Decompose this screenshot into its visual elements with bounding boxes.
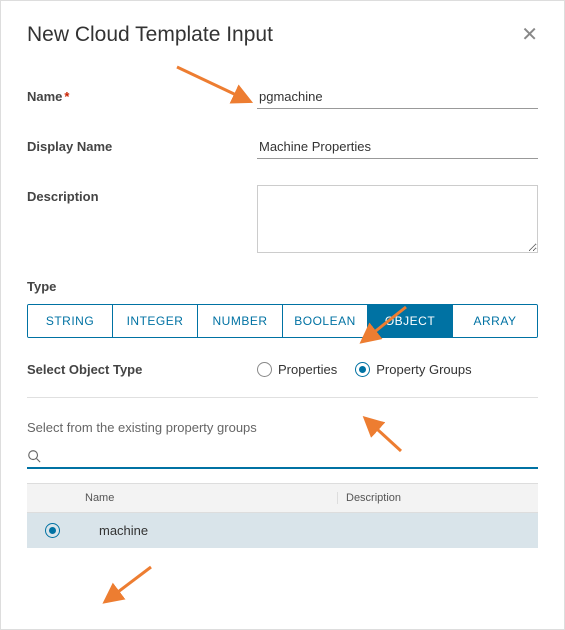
type-label: Type: [27, 279, 538, 294]
display-name-label: Display Name: [27, 135, 257, 154]
radio-properties-label: Properties: [278, 362, 337, 377]
name-label-text: Name: [27, 89, 62, 104]
annotation-arrow-icon: [96, 561, 166, 611]
required-star-icon: *: [64, 89, 69, 104]
row-radio-icon[interactable]: [45, 523, 60, 538]
radio-property-groups-label: Property Groups: [376, 362, 471, 377]
radio-properties[interactable]: Properties: [257, 362, 337, 377]
col-description-header[interactable]: Description: [337, 492, 538, 504]
type-btn-boolean[interactable]: BOOLEAN: [283, 305, 368, 337]
description-row: Description: [27, 185, 538, 253]
display-name-input[interactable]: [257, 135, 538, 159]
radio-circle-icon: [257, 362, 272, 377]
modal-header: New Cloud Template Input ✕: [27, 23, 538, 47]
type-section: Type STRING INTEGER NUMBER BOOLEAN OBJEC…: [27, 279, 538, 338]
radio-dot-icon: [359, 366, 366, 373]
property-groups-heading: Select from the existing property groups: [27, 420, 538, 435]
table-header: Name Description: [27, 483, 538, 513]
modal-title: New Cloud Template Input: [27, 23, 273, 47]
object-type-row: Select Object Type Properties Property G…: [27, 362, 538, 377]
row-name: machine: [77, 523, 337, 538]
search-row[interactable]: [27, 449, 538, 469]
col-radio: [27, 492, 77, 504]
row-radio-cell: [27, 523, 77, 538]
radio-dot-icon: [49, 527, 56, 534]
type-btn-number[interactable]: NUMBER: [198, 305, 283, 337]
divider: [27, 397, 538, 398]
close-icon[interactable]: ✕: [521, 25, 538, 45]
new-cloud-template-input-modal: New Cloud Template Input ✕ Name* Display…: [0, 0, 565, 630]
object-type-options: Properties Property Groups: [257, 362, 472, 377]
object-type-label: Select Object Type: [27, 362, 257, 377]
name-label: Name*: [27, 85, 257, 104]
name-row: Name*: [27, 85, 538, 109]
name-input[interactable]: [257, 85, 538, 109]
type-btn-integer[interactable]: INTEGER: [113, 305, 198, 337]
table-row[interactable]: machine: [27, 513, 538, 548]
col-name-header[interactable]: Name: [77, 492, 337, 504]
type-btn-array[interactable]: ARRAY: [453, 305, 537, 337]
type-btn-string[interactable]: STRING: [28, 305, 113, 337]
radio-circle-icon: [355, 362, 370, 377]
radio-property-groups[interactable]: Property Groups: [355, 362, 471, 377]
type-btn-object[interactable]: OBJECT: [368, 305, 453, 337]
type-button-group: STRING INTEGER NUMBER BOOLEAN OBJECT ARR…: [27, 304, 538, 338]
description-textarea[interactable]: [257, 185, 538, 253]
description-label: Description: [27, 185, 257, 204]
search-icon: [27, 449, 41, 463]
display-name-row: Display Name: [27, 135, 538, 159]
